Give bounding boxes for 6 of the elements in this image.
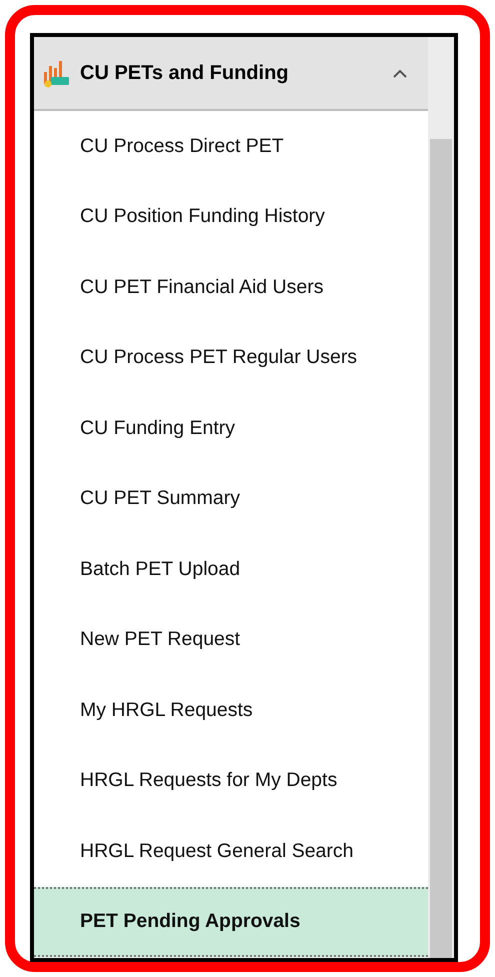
menu-item[interactable]: PET Pending Approvals bbox=[34, 886, 428, 957]
scrollbar[interactable] bbox=[428, 37, 454, 958]
menu-title: CU PETs and Funding bbox=[80, 62, 290, 84]
menu-header[interactable]: CU PETs and Funding bbox=[34, 37, 428, 111]
chart-money-icon bbox=[42, 58, 70, 88]
chevron-up-icon[interactable] bbox=[392, 68, 408, 78]
